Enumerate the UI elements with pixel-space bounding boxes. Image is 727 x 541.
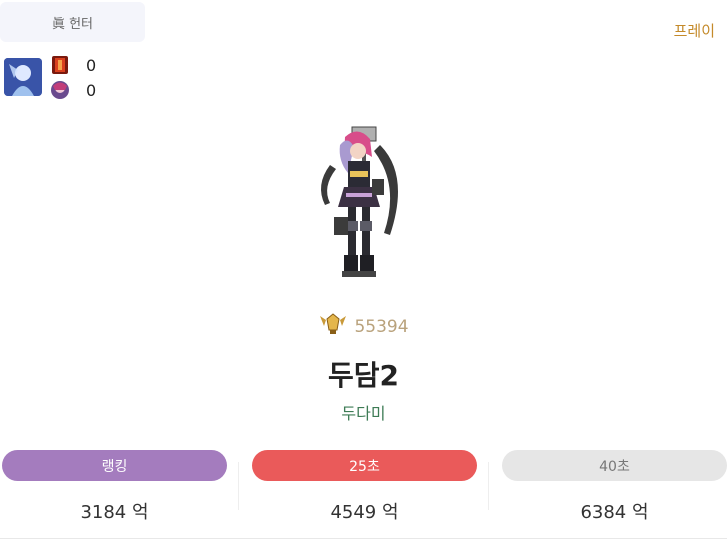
tab-25-seconds[interactable]: 25초 [252,450,477,481]
divider [238,462,239,510]
stat-value-2: 0 [86,80,97,100]
red-item-icon [50,55,70,75]
bottom-divider [0,538,727,539]
tab-40-seconds[interactable]: 40초 [502,450,727,481]
creature-icon [50,80,70,100]
stat-row-1: 0 [50,55,106,75]
class-label: 眞 헌터 [51,16,94,32]
sec40-value: 6384 억 [580,502,649,523]
fame-badge-icon [318,312,348,341]
character-sprite [310,125,410,285]
divider [488,462,489,510]
character-name: 두담2 [327,359,399,392]
ranking-value: 3184 억 [80,502,149,523]
job-avatar-icon [4,58,42,96]
sec25-value: 4549 억 [330,502,399,523]
fame-value: 55394 [354,316,409,337]
stat-value-1: 0 [86,55,97,75]
class-chip: 眞 헌터 [0,2,145,42]
fame-row: 55394 [0,312,727,341]
play-link[interactable]: 프레이 [674,20,715,41]
stat-row-2: 0 [50,80,106,100]
guild-name[interactable]: 두다미 [0,400,727,424]
tab-ranking[interactable]: 랭킹 [2,450,227,481]
